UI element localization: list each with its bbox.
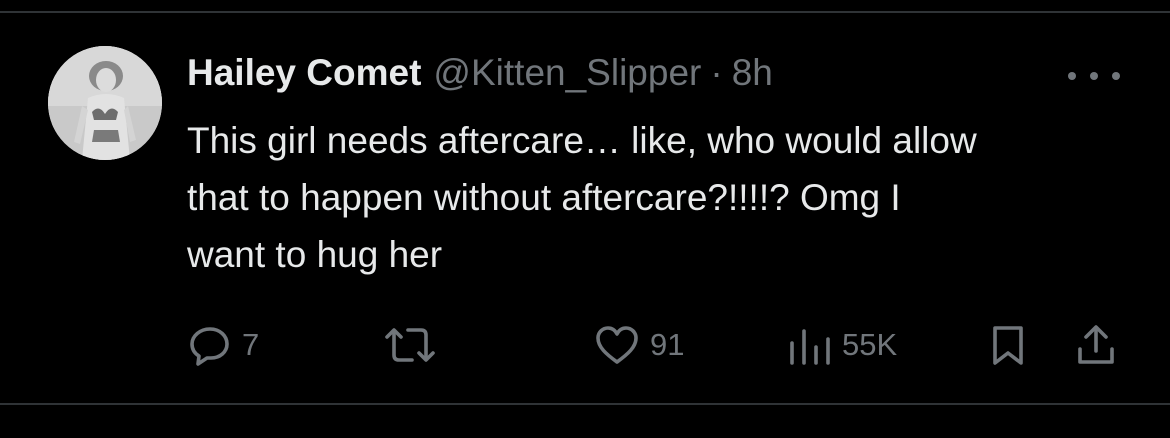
avatar[interactable] [48, 46, 162, 160]
bookmark-icon [988, 323, 1028, 367]
views-button[interactable]: 55K [788, 322, 897, 368]
retweet-icon [382, 323, 438, 367]
top-divider [0, 11, 1170, 13]
like-button[interactable]: 91 [594, 322, 684, 368]
share-icon [1074, 323, 1118, 367]
views-count: 55K [842, 327, 898, 362]
tweet-header: Hailey Comet @Kitten_Slipper · 8h [187, 52, 773, 98]
reply-icon [188, 323, 232, 367]
views-chart-icon [788, 323, 832, 367]
tweet-timestamp[interactable]: 8h [732, 52, 773, 94]
author-name[interactable]: Hailey Comet [187, 52, 421, 94]
tweet-text: This girl needs aftercare… like, who wou… [187, 120, 977, 275]
more-options-icon[interactable] [1068, 64, 1120, 88]
reply-button[interactable]: 7 [188, 322, 259, 368]
retweet-button[interactable] [382, 322, 448, 368]
reply-count: 7 [242, 327, 260, 362]
share-button[interactable] [1074, 322, 1118, 368]
author-handle[interactable]: @Kitten_Slipper [433, 52, 701, 94]
bottom-divider [0, 403, 1170, 405]
header-separator: · [710, 52, 723, 93]
like-count: 91 [650, 327, 685, 362]
heart-icon [594, 323, 640, 367]
bookmark-button[interactable] [988, 322, 1028, 368]
